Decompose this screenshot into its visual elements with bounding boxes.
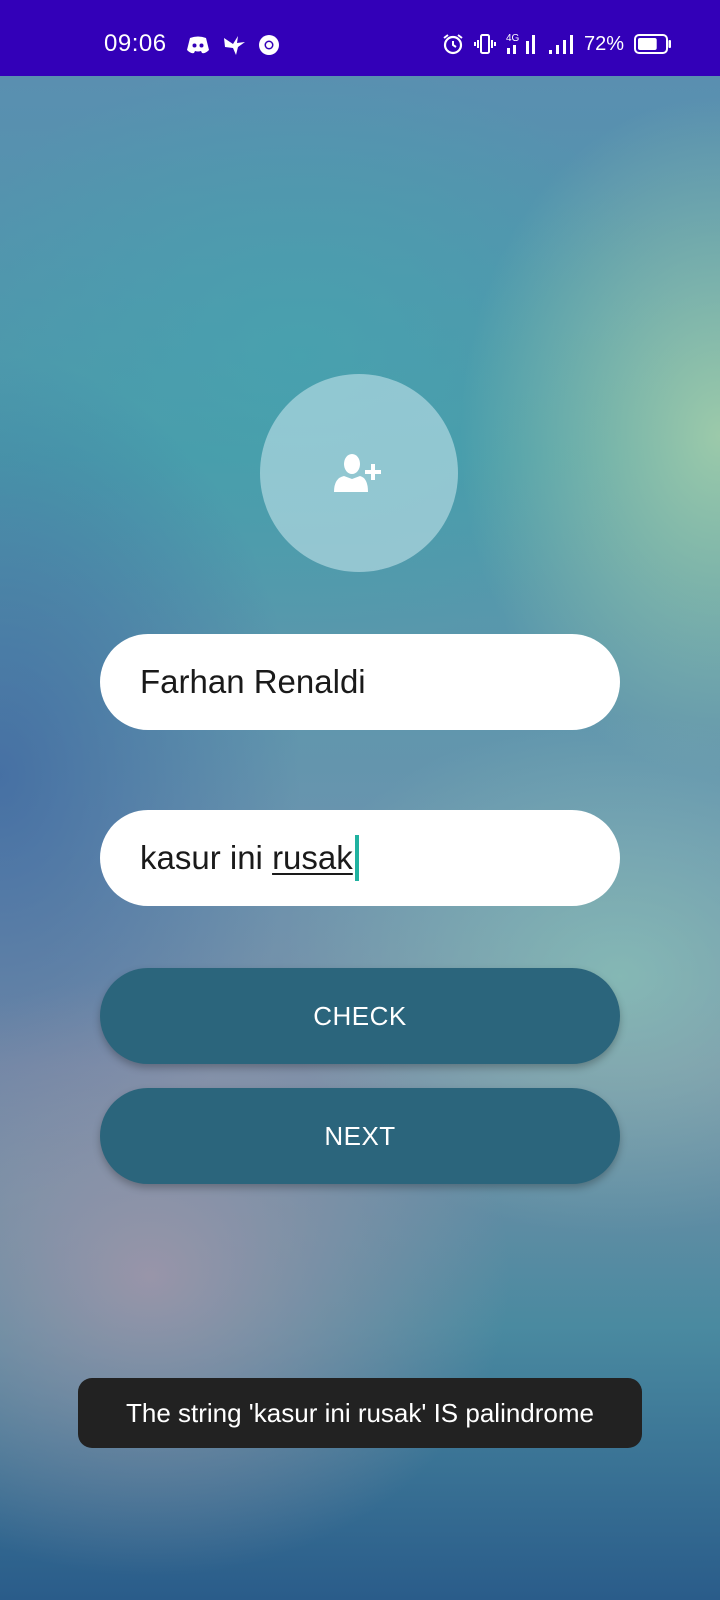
4g-signal-icon: 4G <box>506 32 538 56</box>
notification-icons <box>186 34 280 56</box>
next-button[interactable]: NEXT <box>100 1088 620 1184</box>
sentence-input-value: kasur ini rusak <box>140 839 353 877</box>
battery-icon <box>634 34 672 54</box>
name-input[interactable]: Farhan Renaldi <box>100 634 620 730</box>
status-time: 09:06 <box>104 30 167 57</box>
alarm-icon <box>442 33 464 55</box>
sentence-input[interactable]: kasur ini rusak <box>100 810 620 906</box>
vibrate-icon <box>473 33 496 55</box>
check-button-label: CHECK <box>313 1000 407 1031</box>
toast-text: The string 'kasur ini rusak' IS palindro… <box>125 1397 594 1428</box>
battery-fill <box>638 38 657 50</box>
network-type-label: 4G <box>506 33 520 44</box>
toast-message: The string 'kasur ini rusak' IS palindro… <box>78 1378 642 1448</box>
name-input-value: Farhan Renaldi <box>140 663 366 700</box>
check-button[interactable]: CHECK <box>100 968 620 1064</box>
add-photo-button[interactable] <box>260 374 458 572</box>
status-indicators: 4G 72% <box>442 32 672 56</box>
chrome-icon <box>258 34 280 56</box>
status-bar: 09:06 4G 72% <box>0 0 720 76</box>
signal-icon <box>548 33 574 55</box>
discord-icon <box>186 35 210 55</box>
sentence-value-prefix: kasur ini <box>140 839 273 876</box>
text-cursor <box>354 835 359 881</box>
sentence-value-composing: rusak <box>272 839 353 876</box>
bird-icon <box>222 34 246 56</box>
add-user-icon <box>334 452 384 494</box>
battery-percent: 72% <box>583 32 624 55</box>
next-button-label: NEXT <box>324 1120 396 1151</box>
